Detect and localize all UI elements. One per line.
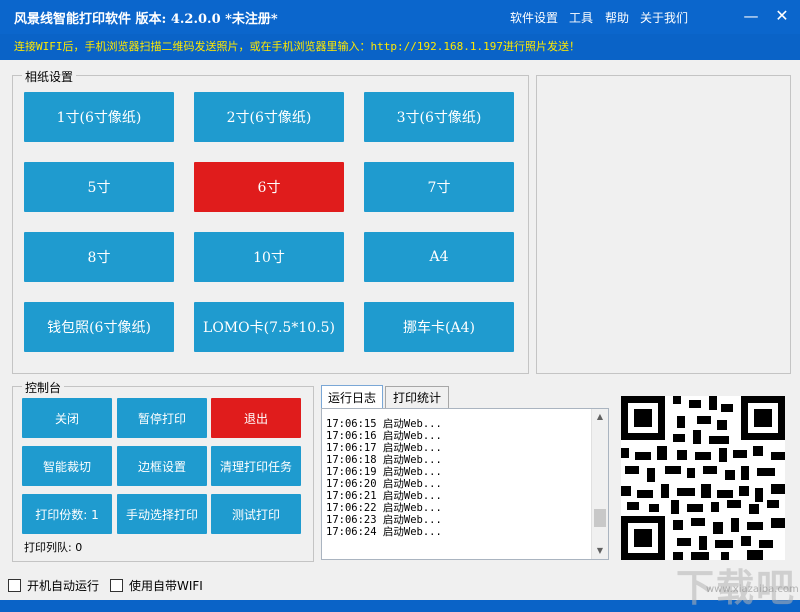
paper-button-2cun[interactable]: 2寸(6寸像纸): [194, 92, 344, 142]
wifi-notice: 连接WIFI后，手机浏览器扫描二维码发送照片，或在手机浏览器里输入：http:/…: [14, 40, 580, 53]
builtin-wifi-checkbox[interactable]: 使用自带WIFI: [110, 577, 203, 594]
autostart-checkbox[interactable]: 开机自动运行: [8, 577, 99, 594]
menu-help[interactable]: 帮助: [605, 9, 629, 26]
autostart-label: 开机自动运行: [27, 579, 100, 593]
paper-button-3cun[interactable]: 3寸(6寸像纸): [364, 92, 514, 142]
run-log-box[interactable]: 17:06:15 启动Web... 17:06:16 启动Web... 17:0…: [321, 408, 609, 560]
paper-button-a4[interactable]: A4: [364, 232, 514, 282]
paper-button-8cun[interactable]: 8寸: [24, 232, 174, 282]
app-title: 风景线智能打印软件 版本: 4.2.0.0 *未注册*: [14, 12, 278, 27]
paper-button-10cun[interactable]: 10寸: [194, 232, 344, 282]
title-bar: 风景线智能打印软件 版本: 4.2.0.0 *未注册* 软件设置 工具 帮助 关…: [0, 0, 800, 34]
close-printer-button[interactable]: 关闭: [22, 398, 112, 438]
print-queue-status: 打印列队: 0: [24, 541, 83, 554]
menu-about[interactable]: 关于我们: [640, 9, 688, 26]
paper-button-parking-card[interactable]: 挪车卡(A4): [364, 302, 514, 352]
pause-print-button[interactable]: 暂停打印: [117, 398, 207, 438]
scroll-thumb[interactable]: [594, 509, 606, 527]
minimize-button[interactable]: —: [737, 4, 765, 28]
tab-print-stats[interactable]: 打印统计: [385, 386, 449, 409]
exit-button[interactable]: 退出: [211, 398, 301, 438]
log-line: 17:06:24 启动Web...: [326, 526, 442, 538]
close-button[interactable]: ✕: [768, 4, 796, 28]
smart-crop-button[interactable]: 智能裁切: [22, 446, 112, 486]
manual-select-print-button[interactable]: 手动选择打印: [117, 494, 207, 534]
qr-code-icon: [621, 396, 785, 560]
paper-button-lomo[interactable]: LOMO卡(7.5*10.5): [194, 302, 344, 352]
clear-print-tasks-button[interactable]: 清理打印任务: [211, 446, 301, 486]
paper-button-wallet[interactable]: 钱包照(6寸像纸): [24, 302, 174, 352]
photo-preview-panel: [536, 75, 791, 374]
menu-tools[interactable]: 工具: [569, 9, 593, 26]
builtin-wifi-label: 使用自带WIFI: [129, 579, 203, 593]
test-print-button[interactable]: 测试打印: [211, 494, 301, 534]
scroll-up-arrow-icon[interactable]: ▲: [592, 409, 608, 425]
scroll-down-arrow-icon[interactable]: ▼: [592, 543, 608, 559]
print-copies-button[interactable]: 打印份数: 1: [22, 494, 112, 534]
menu-software-settings[interactable]: 软件设置: [510, 9, 558, 26]
watermark-url: www.xiazaiba.com: [706, 584, 799, 595]
control-panel-label: 控制台: [22, 379, 65, 396]
main-client-area: 相纸设置 1寸(6寸像纸) 2寸(6寸像纸) 3寸(6寸像纸) 5寸 6寸 7寸…: [0, 60, 800, 610]
log-scrollbar[interactable]: ▲ ▼: [591, 409, 608, 559]
checkbox-icon[interactable]: [8, 579, 21, 592]
checkbox-icon[interactable]: [110, 579, 123, 592]
paper-button-5cun[interactable]: 5寸: [24, 162, 174, 212]
tab-run-log[interactable]: 运行日志: [321, 385, 383, 409]
paper-button-1cun[interactable]: 1寸(6寸像纸): [24, 92, 174, 142]
border-settings-button[interactable]: 边框设置: [117, 446, 207, 486]
paper-button-6cun-selected[interactable]: 6寸: [194, 162, 344, 212]
paper-button-7cun[interactable]: 7寸: [364, 162, 514, 212]
paper-settings-label: 相纸设置: [22, 68, 77, 85]
